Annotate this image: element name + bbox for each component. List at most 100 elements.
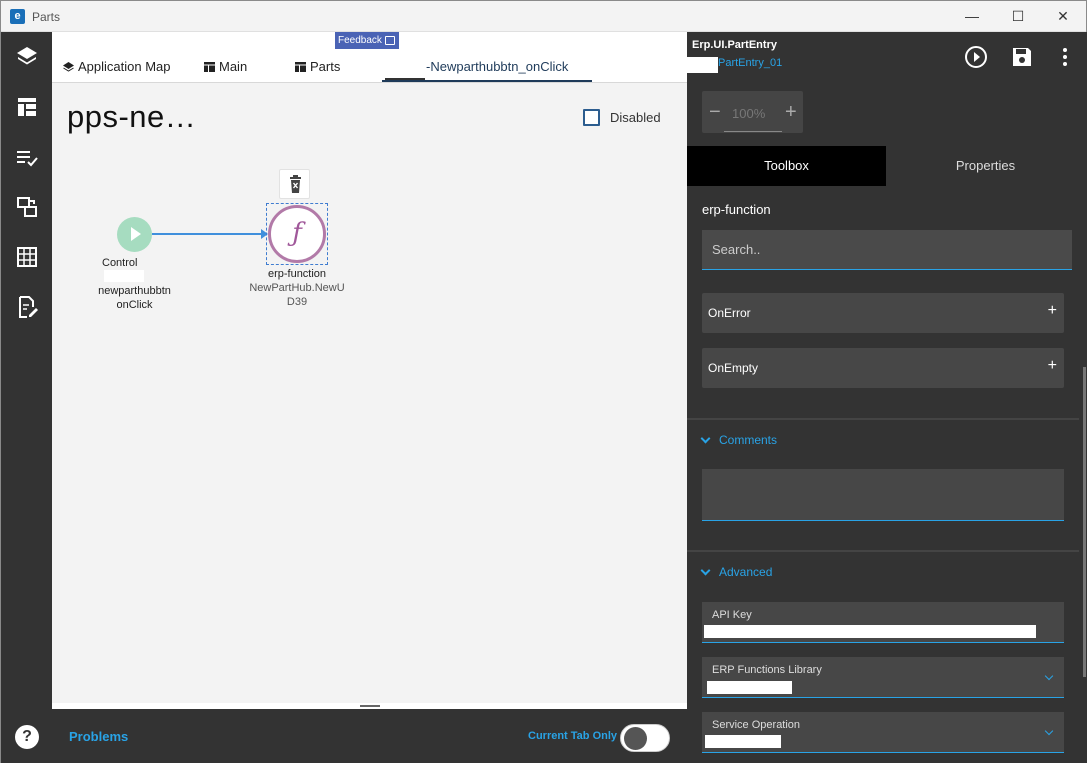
zoom-underline [724,131,782,132]
feedback-label: Feedback [338,35,382,46]
save-button[interactable] [1010,45,1034,69]
api-key-field[interactable]: API Key [702,602,1064,643]
add-icon[interactable]: + [1048,357,1057,375]
section-title: erp-function [702,202,771,217]
service-operation-select[interactable]: Service Operation [702,712,1064,753]
panel-title: Erp.UI.PartEntry [692,39,777,51]
function-node-label-line2: NewPartHub.NewU [249,282,345,294]
start-node-label-line3: onClick [116,299,153,311]
toggle-knob [624,727,647,750]
comments-label: Comments [719,433,778,447]
redacted-area [104,270,144,282]
erp-functions-library-label: ERP Functions Library [712,664,822,676]
tab-application-map[interactable]: Application Map [63,58,171,76]
more-vert-icon [1063,48,1067,66]
disabled-label: Disabled [610,110,661,125]
disabled-checkbox[interactable] [583,109,600,126]
function-node-label-line1: erp-function [267,268,327,280]
tab-toolbox[interactable]: Toolbox [687,146,886,186]
redacted-area [707,681,792,694]
minimize-button[interactable]: — [949,1,995,32]
help-icon[interactable]: ? [15,725,39,749]
play-icon [131,227,141,241]
chevron-down-icon [1044,671,1054,681]
layout-icon [295,59,306,72]
advanced-label: Advanced [719,565,773,579]
redacted-area [704,625,1036,638]
service-operation-label: Service Operation [712,719,801,731]
save-icon [1013,48,1031,66]
chevron-down-icon [700,565,711,576]
tab-properties[interactable]: Properties [886,146,1085,186]
edit-doc-icon[interactable] [15,295,39,319]
chat-icon [385,36,395,45]
comments-toggle[interactable]: Comments [700,433,778,447]
left-rail: ? [1,32,52,763]
tab-label: Main [219,59,248,74]
app-logo-icon: e [10,9,25,24]
grid-icon[interactable] [15,245,39,269]
current-tab-only-toggle[interactable] [620,724,670,752]
resize-handle[interactable] [360,705,380,707]
trash-icon [290,175,301,193]
flow-connector[interactable] [152,233,263,235]
problems-bar: Problems Current Tab Only [52,709,687,763]
zoom-in-button[interactable]: + [785,101,797,124]
close-button[interactable]: ✕ [1040,1,1086,32]
panel-tabs: Toolbox Properties [687,146,1085,186]
layers-icon [63,59,74,72]
title-bar: e Parts — ☐ ✕ [1,1,1086,32]
zoom-out-button[interactable]: − [709,101,721,124]
advanced-toggle[interactable]: Advanced [700,565,773,579]
active-tab-indicator [382,80,592,82]
panel-subtitle[interactable]: PartEntry_01 [718,57,782,69]
checklist-icon[interactable] [15,145,39,169]
more-options-button[interactable] [1053,45,1077,69]
on-empty-label: OnEmpty [708,361,759,375]
zoom-control: − 100% + [702,91,803,133]
run-button[interactable] [964,45,988,69]
play-circle-icon [965,46,987,68]
start-node-label: Control newparthubbtn onClick [92,256,177,312]
tab-parts[interactable]: Parts [295,58,340,76]
page-title: pps-ne… [67,99,197,134]
tab-main[interactable]: Main [204,58,247,76]
add-icon[interactable]: + [1048,302,1057,320]
divider [687,418,1079,420]
start-node-label-line1: Control [102,257,138,269]
tab-newparthubbtn-onclick[interactable]: -Newparthubbtn_onClick [426,58,572,76]
function-node-label-line3: D39 [286,296,308,308]
feedback-button[interactable]: Feedback [335,32,399,49]
search-input[interactable]: Search.. [702,230,1072,270]
delete-node-button[interactable] [279,169,310,199]
window-title: Parts [32,10,61,24]
layout-icon[interactable] [15,95,39,119]
api-key-label: API Key [712,609,752,621]
flow-canvas[interactable]: pps-ne… Disabled Control newparthubbtn o… [52,83,687,709]
maximize-button[interactable]: ☐ [995,1,1041,32]
current-tab-only-label: Current Tab Only [528,730,618,742]
tab-label: Parts [310,59,341,74]
on-empty-section[interactable]: OnEmpty + [702,348,1064,388]
comments-textarea[interactable] [702,469,1064,521]
start-node-label-line2: newparthubbtn [98,285,171,297]
start-node[interactable] [117,217,152,252]
chevron-down-icon [700,433,711,444]
layout-icon [204,59,215,72]
zoom-value[interactable]: 100% [732,106,765,121]
function-node-label: erp-function NewPartHub.NewU D39 [242,267,352,309]
right-panel: Erp.UI.PartEntry PartEntry_01 − 100% + T… [681,32,1087,763]
redacted-area [385,56,425,80]
panel-scrollbar[interactable] [1083,367,1086,677]
on-error-section[interactable]: OnError + [702,293,1064,333]
redacted-area [681,57,718,73]
on-error-label: OnError [708,306,751,320]
transfer-icon[interactable] [15,195,39,219]
erp-function-node[interactable]: ƒ [268,205,326,263]
chevron-down-icon [1044,726,1054,736]
problems-tab[interactable]: Problems [69,729,128,744]
layers-icon[interactable] [15,44,39,68]
app-window: e Parts — ☐ ✕ ? Feedback Application Map… [0,0,1087,763]
erp-functions-library-select[interactable]: ERP Functions Library [702,657,1064,698]
tab-bar: Feedback Application Map Main Parts -New… [52,32,687,83]
